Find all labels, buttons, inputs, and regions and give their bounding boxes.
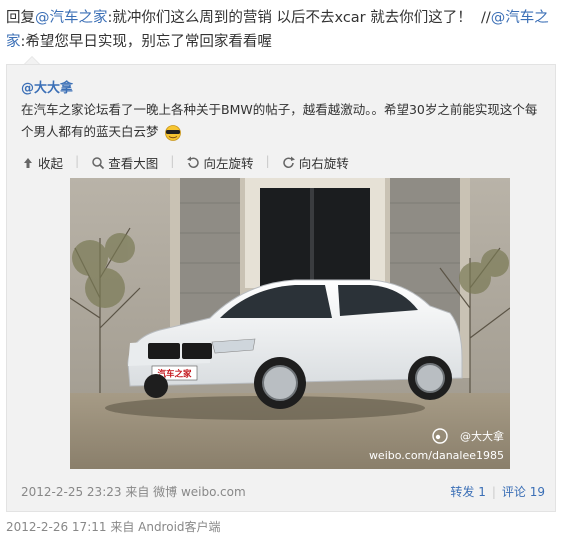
original-text: 在汽车之家论坛看了一晚上各种关于BMW的帖子，越看越激动。。希望30岁之前能实现… [21, 99, 545, 143]
original-timestamp[interactable]: 2012-2-25 23:23 来自 微博 weibo.com [21, 483, 246, 500]
toolbar-separator: | [265, 153, 270, 168]
reply-text: 回复@汽车之家:就冲你们这么周到的营销 以后不去xcar 就去你们这了！ //@… [6, 6, 556, 54]
rotate-right-icon [282, 156, 295, 168]
collapse-icon [24, 157, 32, 168]
post-photo[interactable]: 汽车之家 @大大拿 weibo.com/danalee1985 [70, 178, 510, 469]
forward-separator: // [480, 10, 491, 26]
cool-face-icon [164, 124, 181, 141]
collapse-label: 收起 [38, 156, 64, 171]
view-large-label: 查看大图 [108, 156, 159, 171]
reply-prefix: 回复 [6, 10, 35, 26]
rotate-left-button[interactable]: 向左旋转 [186, 153, 253, 172]
toolbar-separator: | [75, 153, 80, 168]
rotate-left-label: 向左旋转 [203, 156, 254, 171]
zoom-icon [92, 156, 105, 169]
footer-separator: | [491, 484, 496, 499]
toolbar-separator: | [170, 153, 175, 168]
collapse-button[interactable]: 收起 [21, 153, 63, 172]
rotate-left-icon [187, 156, 200, 168]
comment-link[interactable]: 评论 19 [502, 483, 545, 500]
forward-link[interactable]: 转发 1 [450, 483, 485, 500]
quoted-post: @大大拿 在汽车之家论坛看了一晚上各种关于BMW的帖子，越看越激动。。希望30岁… [6, 64, 556, 512]
reply-timestamp[interactable]: 2012-2-26 17:11 来自 Android客户端 [6, 518, 221, 535]
reply-body-2: :希望您早日实现，别忘了常回家看看喔 [20, 34, 272, 50]
reply-body: :就冲你们这么周到的营销 以后不去xcar 就去你们这了！ [107, 10, 472, 26]
view-large-button[interactable]: 查看大图 [91, 153, 158, 172]
rotate-right-button[interactable]: 向右旋转 [282, 153, 349, 172]
image-toolbar: 收起 | 查看大图 | 向左旋转 | 向右旋转 [21, 153, 349, 172]
watermark-user: @大大拿 [460, 429, 504, 443]
original-body: 在汽车之家论坛看了一晚上各种关于BMW的帖子，越看越激动。。希望30岁之前能实现… [21, 102, 538, 139]
original-author-link[interactable]: @大大拿 [21, 77, 73, 96]
quote-caret [24, 56, 40, 64]
car-photo: 汽车之家 @大大拿 weibo.com/danalee1985 [70, 178, 510, 469]
watermark-url: weibo.com/danalee1985 [369, 449, 504, 462]
rotate-right-label: 向右旋转 [298, 156, 349, 171]
mention-link[interactable]: @汽车之家 [35, 10, 108, 26]
